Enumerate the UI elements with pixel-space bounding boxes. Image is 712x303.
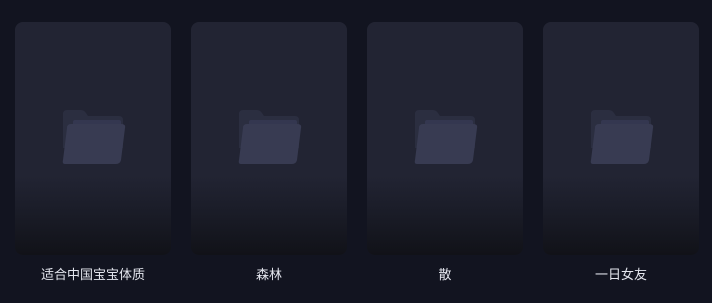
album-card[interactable]: 适合中国宝宝体质: [15, 22, 171, 284]
folder-icon: [62, 110, 126, 164]
album-name: 一日女友: [594, 268, 647, 283]
folder-icon: [414, 110, 478, 164]
album-thumbnail[interactable]: [367, 22, 523, 255]
folder-icon: [590, 110, 654, 164]
album-card[interactable]: 一日女友: [543, 22, 699, 284]
folder-icon: [238, 110, 302, 164]
album-name: 散: [438, 268, 452, 283]
album-thumbnail[interactable]: [543, 22, 699, 255]
album-card[interactable]: 森林: [191, 22, 347, 284]
album-grid: 适合中国宝宝体质 森林 散 一日女友: [15, 22, 699, 284]
album-thumbnail[interactable]: [15, 22, 171, 255]
album-thumbnail[interactable]: [191, 22, 347, 255]
album-card[interactable]: 散: [367, 22, 523, 284]
album-name: 适合中国宝宝体质: [40, 268, 145, 283]
album-name: 森林: [255, 268, 282, 283]
